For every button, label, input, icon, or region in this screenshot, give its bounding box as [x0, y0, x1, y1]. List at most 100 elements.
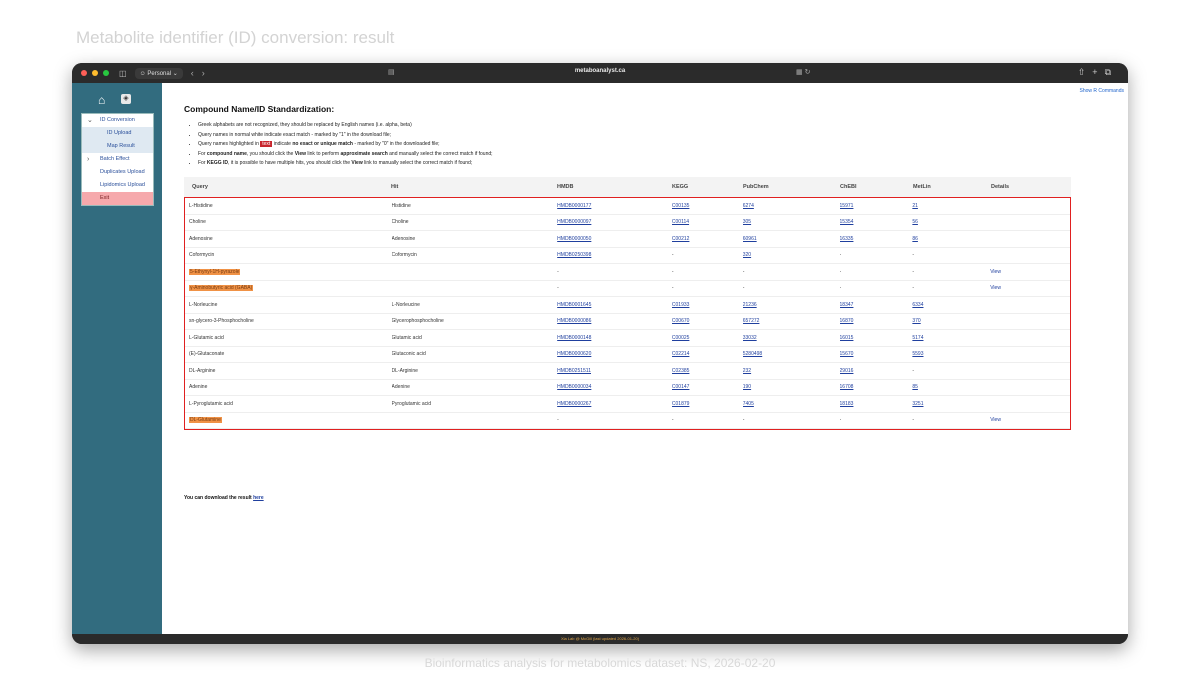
metlin-link[interactable]: 85: [912, 384, 918, 390]
chebi-link[interactable]: 16335: [840, 236, 854, 242]
show-r-commands-link[interactable]: Show R Commands: [1080, 88, 1124, 94]
pubchem-link[interactable]: 21236: [743, 302, 757, 308]
kegg-link[interactable]: C00135: [672, 203, 690, 209]
chebi-link[interactable]: 15354: [840, 219, 854, 225]
sidebar-item-id-conversion[interactable]: ⌄ ID Conversion: [82, 114, 153, 127]
sidebar-item-duplicates-upload[interactable]: Duplicates Upload: [82, 166, 153, 179]
address-bar[interactable]: metaboanalyst.ca: [575, 68, 625, 74]
chebi-link[interactable]: 18183: [840, 401, 854, 407]
pubchem-link[interactable]: 232: [743, 368, 751, 374]
metlin-link[interactable]: 5593: [912, 351, 923, 357]
kegg-link[interactable]: C00212: [672, 236, 690, 242]
sidebar-toggle-icon[interactable]: ◫: [119, 69, 127, 78]
sidebar-item-lipidomics-upload[interactable]: Lipidomics Upload: [82, 179, 153, 192]
metlin-link[interactable]: 3251: [912, 401, 923, 407]
metaboanalyst-logo-icon[interactable]: ◈: [121, 94, 131, 104]
kegg-link[interactable]: C01933: [672, 302, 690, 308]
column-header-details[interactable]: Details: [991, 184, 1071, 190]
share-icon[interactable]: ⇧: [1078, 67, 1093, 77]
hmdb-link[interactable]: HMDB0001645: [557, 302, 591, 308]
hmdb-link[interactable]: HMDB0000086: [557, 318, 591, 324]
kegg-cell: C00114: [672, 219, 743, 225]
kegg-link[interactable]: C00114: [672, 219, 689, 225]
pubchem-link[interactable]: 190: [743, 384, 751, 390]
home-icon[interactable]: ⌂: [98, 93, 105, 107]
instruction-list: Greek alphabets are not recognized, they…: [192, 121, 493, 169]
pubchem-link[interactable]: 60961: [743, 236, 757, 242]
page-settings-icon[interactable]: ▤: [388, 68, 395, 76]
kegg-link[interactable]: C00147: [672, 384, 690, 390]
hmdb-link[interactable]: HMDB0000177: [557, 203, 591, 209]
hmdb-link[interactable]: HMDB0000050: [557, 236, 591, 242]
table-row: DL-Glutamine - - - - - View: [185, 413, 1070, 429]
close-window-button[interactable]: [81, 70, 87, 76]
pubchem-link[interactable]: 305: [743, 219, 751, 225]
pubchem-link[interactable]: 320: [743, 252, 751, 258]
translate-icon[interactable]: ▦: [796, 69, 803, 76]
sidebar-item-label: Exit: [100, 195, 110, 201]
sidebar-menu: ⌄ ID Conversion ID Upload Map Result › Bat…: [81, 113, 154, 206]
metlin-link[interactable]: 21: [912, 203, 918, 209]
hmdb-link[interactable]: HMDB0000034: [557, 384, 591, 390]
profile-button[interactable]: ☺ Personal ⌄: [134, 67, 183, 79]
pubchem-link[interactable]: 6274: [743, 203, 754, 209]
hmdb-link[interactable]: HMDB0000148: [557, 335, 591, 341]
kegg-link[interactable]: C00670: [672, 318, 690, 324]
chebi-cell: 16015: [840, 335, 913, 341]
forward-icon[interactable]: ›: [202, 68, 213, 78]
sidebar-item-batch-effect[interactable]: › Batch Effect: [82, 153, 153, 166]
column-header-chebi[interactable]: ChEBI: [840, 184, 913, 190]
hmdb-link[interactable]: HMDB0250398: [557, 252, 591, 258]
column-header-metlin[interactable]: MetLin: [913, 184, 991, 190]
view-details-link[interactable]: View: [990, 417, 1001, 423]
kegg-link[interactable]: C02385: [672, 368, 690, 374]
minimize-window-button[interactable]: [92, 70, 98, 76]
pubchem-link[interactable]: 7405: [743, 401, 754, 407]
note-bold: no exact or unique match: [292, 141, 353, 147]
chebi-link[interactable]: 16708: [840, 384, 854, 390]
pubchem-link[interactable]: 5280498: [743, 351, 762, 357]
column-header-hmdb[interactable]: HMDB: [557, 184, 672, 190]
column-header-query[interactable]: Query: [184, 184, 391, 190]
download-here-link[interactable]: here: [253, 495, 264, 501]
reload-icon[interactable]: ↻: [805, 69, 811, 76]
kegg-link[interactable]: C01879: [672, 401, 690, 407]
column-header-pubchem[interactable]: PubChem: [743, 184, 840, 190]
sidebar-item-id-upload[interactable]: ID Upload: [82, 127, 153, 140]
hmdb-link[interactable]: HMDB0000620: [557, 351, 591, 357]
metlin-link[interactable]: 5174: [912, 335, 923, 341]
nav-back-forward[interactable]: ‹›: [191, 68, 213, 78]
column-header-kegg[interactable]: KEGG: [672, 184, 743, 190]
back-icon[interactable]: ‹: [191, 68, 202, 78]
tabs-overview-icon[interactable]: ⧉: [1105, 67, 1118, 77]
sidebar-item-exit[interactable]: Exit: [82, 192, 153, 205]
chebi-link[interactable]: 16870: [840, 318, 854, 324]
translate-reload-icons[interactable]: ▦ ↻: [796, 68, 810, 76]
kegg-cell: -: [672, 269, 743, 275]
maximize-window-button[interactable]: [103, 70, 109, 76]
chebi-link[interactable]: 16015: [840, 335, 854, 341]
chebi-link[interactable]: 15971: [840, 203, 854, 209]
chebi-link[interactable]: 18347: [840, 302, 854, 308]
hmdb-link[interactable]: HMDB0000267: [557, 401, 591, 407]
view-details-link[interactable]: View: [990, 285, 1001, 291]
kegg-link[interactable]: C02214: [672, 351, 690, 357]
chebi-link[interactable]: 29016: [840, 368, 854, 374]
metlin-link[interactable]: 370: [912, 318, 920, 324]
pubchem-link[interactable]: 33032: [743, 335, 757, 341]
view-details-link[interactable]: View: [990, 269, 1001, 275]
kegg-link[interactable]: C00025: [672, 335, 690, 341]
hmdb-link[interactable]: HMDB0251511: [557, 368, 591, 374]
metlin-link[interactable]: 86: [912, 236, 918, 242]
metlin-link[interactable]: 56: [912, 219, 918, 225]
sidebar-item-label: ID Upload: [107, 130, 132, 136]
pubchem-link[interactable]: 657272: [743, 318, 760, 324]
column-header-hit[interactable]: Hit: [391, 184, 557, 190]
sidebar-item-map-result[interactable]: Map Result: [82, 140, 153, 153]
chebi-link[interactable]: 15670: [840, 351, 854, 357]
metlin-cell: -: [912, 368, 990, 374]
hmdb-link[interactable]: HMDB0000097: [557, 219, 591, 225]
pubchem-cell: 7405: [743, 401, 840, 407]
metlin-link[interactable]: 6334: [912, 302, 923, 308]
new-tab-icon[interactable]: +: [1092, 67, 1104, 77]
